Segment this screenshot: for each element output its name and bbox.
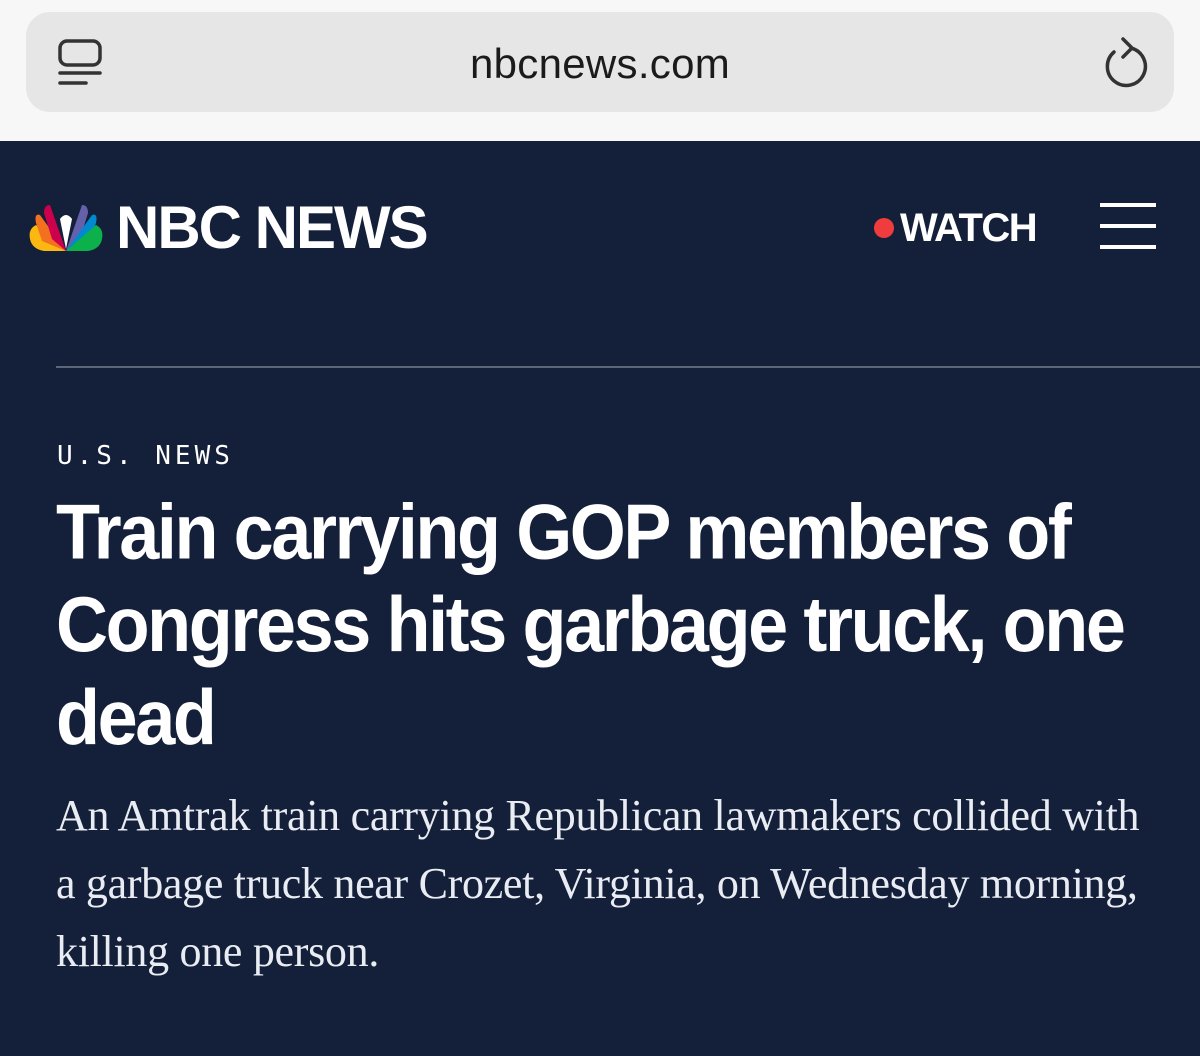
url-text[interactable]: nbcnews.com [0,36,1200,92]
browser-toolbar: nbcnews.com [0,0,1200,141]
section-label[interactable]: U.S. NEWS [57,440,234,472]
reload-icon[interactable] [1098,34,1150,90]
live-dot-icon [874,218,894,238]
brand-name[interactable]: NBC NEWS [116,193,429,263]
header-divider [56,366,1200,368]
article-dek: An Amtrak train carrying Republican lawm… [56,791,1140,976]
hamburger-menu-icon[interactable] [1100,203,1156,249]
article-headline: Train carrying GOP members of Congress h… [56,489,1126,762]
site-header: NBC NEWS WATCH [0,141,1200,367]
peacock-logo-icon[interactable] [26,201,106,253]
watch-label: WATCH [900,206,1038,250]
watch-button[interactable]: WATCH [874,203,1038,253]
